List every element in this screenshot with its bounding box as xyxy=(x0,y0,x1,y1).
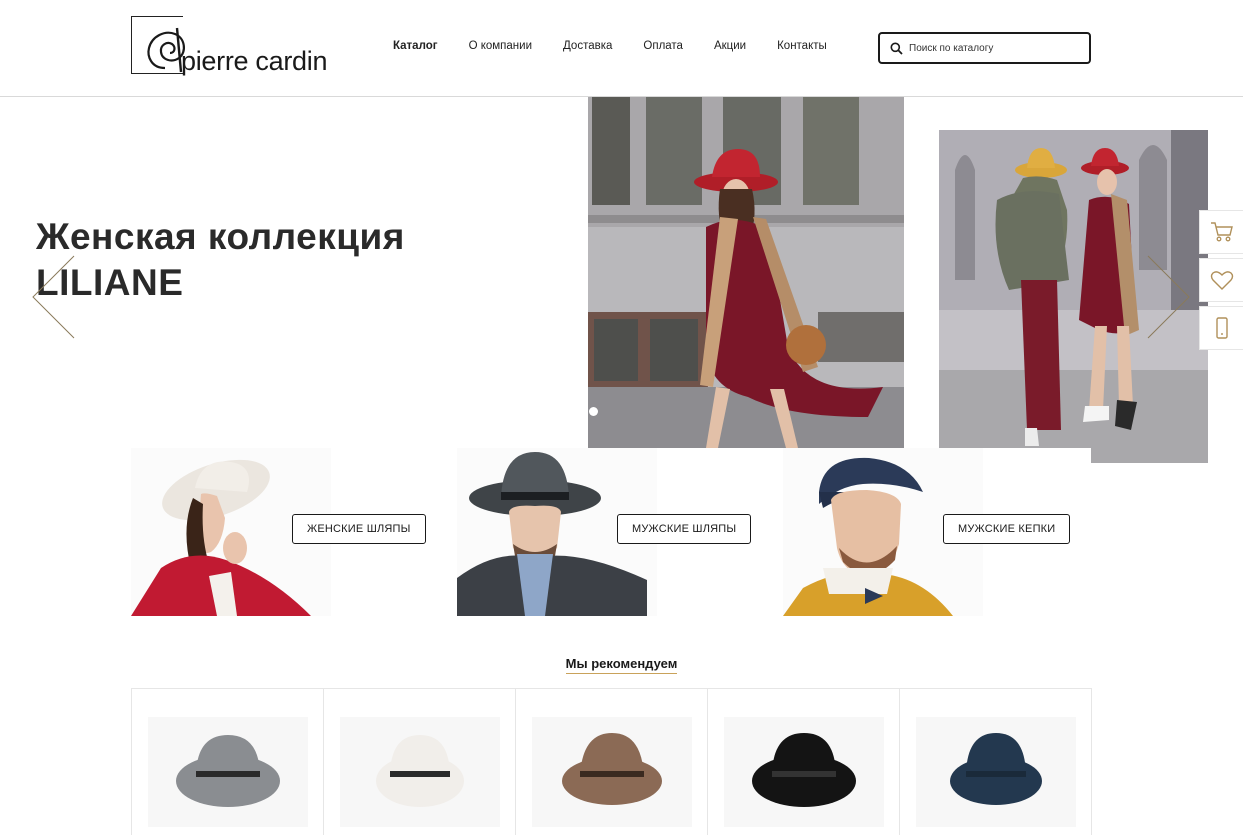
side-widgets xyxy=(1199,210,1243,354)
slider-dot[interactable] xyxy=(589,407,598,416)
product-card[interactable] xyxy=(900,689,1091,835)
mens-hats-button[interactable]: МУЖСКИЕ ШЛЯПЫ xyxy=(617,514,752,544)
logo-text: pierre cardin xyxy=(181,46,328,76)
product-card[interactable] xyxy=(324,689,516,835)
cart-button[interactable] xyxy=(1199,210,1243,254)
hero-photo-woman-red-hat xyxy=(588,97,904,448)
product-card[interactable] xyxy=(516,689,708,835)
nav-payment[interactable]: Оплата xyxy=(643,40,683,52)
recommended-products-grid xyxy=(131,688,1092,835)
search-input[interactable] xyxy=(909,42,1079,54)
hero-title: Женская коллекция LILIANE xyxy=(36,214,405,306)
chevron-left-icon[interactable] xyxy=(30,255,76,339)
call-button[interactable] xyxy=(1199,306,1243,350)
pierre-cardin-logo[interactable]: pierre cardin xyxy=(131,16,346,80)
recommended-title: Мы рекомендуем xyxy=(565,656,678,674)
phone-icon xyxy=(1215,317,1228,339)
nav-promotions[interactable]: Акции xyxy=(714,40,746,52)
product-hat-gray xyxy=(176,735,280,807)
product-hat-white xyxy=(376,735,464,807)
chevron-right-icon[interactable] xyxy=(1146,255,1192,339)
product-hat-black xyxy=(752,733,856,807)
womens-hats-button[interactable]: ЖЕНСКИЕ ШЛЯПЫ xyxy=(292,514,426,544)
search-icon xyxy=(890,42,903,55)
nav-contacts[interactable]: Контакты xyxy=(777,40,827,52)
nav-catalog[interactable]: Каталог xyxy=(393,40,438,52)
hero-title-line2: LILIANE xyxy=(36,262,184,303)
favorites-button[interactable] xyxy=(1199,258,1243,302)
nav-about[interactable]: О компании xyxy=(469,40,532,52)
product-card[interactable] xyxy=(132,689,324,835)
site-header: pierre cardin Каталог О компании Доставк… xyxy=(0,0,1243,97)
nav-delivery[interactable]: Доставка xyxy=(563,40,612,52)
product-hat-navy xyxy=(950,733,1042,805)
product-hat-brown xyxy=(562,733,662,805)
mens-caps-button[interactable]: МУЖСКИЕ КЕПКИ xyxy=(943,514,1071,544)
main-nav: Каталог О компании Доставка Оплата Акции… xyxy=(393,40,858,52)
heart-icon xyxy=(1210,271,1233,290)
search-box[interactable] xyxy=(878,32,1091,64)
product-card[interactable] xyxy=(708,689,900,835)
cart-icon xyxy=(1210,222,1233,242)
recommended-heading: Мы рекомендуем xyxy=(0,655,1243,674)
hero-title-line1: Женская коллекция xyxy=(36,216,405,257)
